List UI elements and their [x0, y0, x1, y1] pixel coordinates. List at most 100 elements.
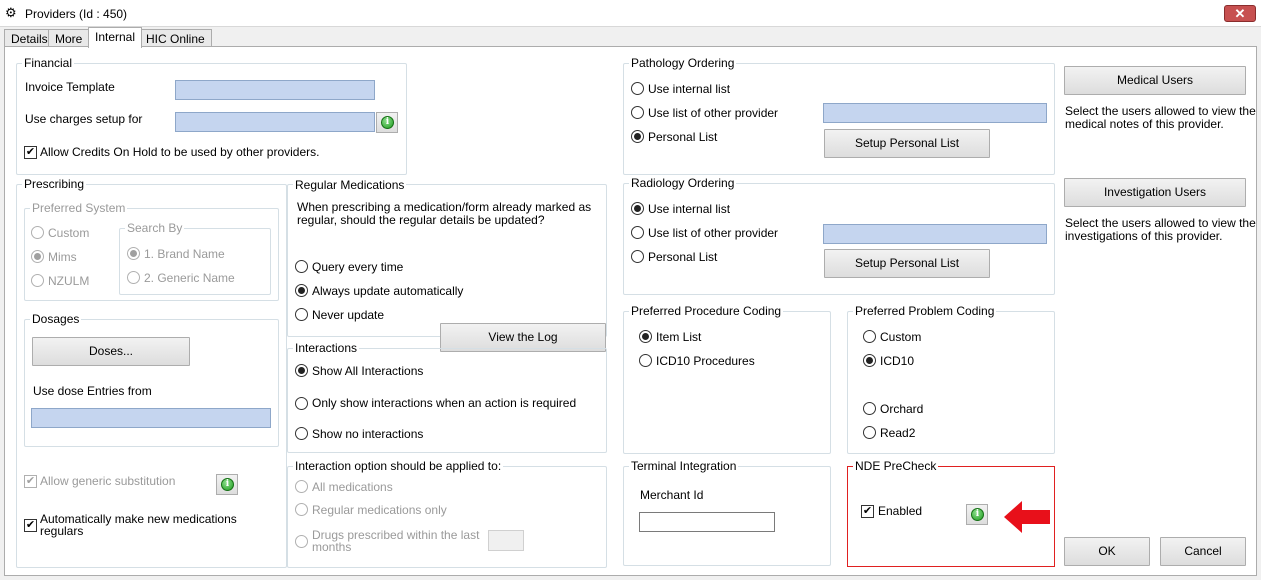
terminal-integration-title: Terminal Integration: [629, 459, 739, 473]
drugs-within-label-line2: months: [312, 540, 352, 554]
tab-more[interactable]: More: [48, 29, 90, 47]
dose-entries-input[interactable]: [31, 408, 271, 428]
preferred-system-title: Preferred System: [30, 201, 128, 215]
problem-read2-radio[interactable]: [863, 426, 876, 439]
problem-custom-radio[interactable]: [863, 330, 876, 343]
charges-setup-label: Use charges setup for: [25, 112, 143, 126]
show-no-interactions-radio[interactable]: [295, 427, 308, 440]
procedure-coding-group: [623, 311, 831, 454]
problem-icd10-label: ICD10: [880, 354, 915, 368]
pathology-internal-label: Use internal list: [648, 82, 731, 96]
problem-coding-group: [847, 311, 1055, 454]
never-update-radio[interactable]: [295, 308, 308, 321]
query-every-time-label: Query every time: [312, 260, 404, 274]
months-input[interactable]: [488, 530, 524, 551]
problem-orchard-radio[interactable]: [863, 402, 876, 415]
pathology-other-input[interactable]: [823, 103, 1047, 123]
problem-icd10-radio[interactable]: [863, 354, 876, 367]
action-required-label: Only show interactions when an action is…: [312, 396, 577, 410]
radiology-personal-radio[interactable]: [631, 250, 644, 263]
radiology-title: Radiology Ordering: [629, 176, 737, 190]
search-brand-radio[interactable]: [127, 247, 140, 260]
medical-users-button[interactable]: Medical Users: [1064, 66, 1246, 95]
ok-button[interactable]: OK: [1064, 537, 1150, 566]
nde-enabled-label: Enabled: [878, 504, 923, 518]
gear-icon: ⚙: [5, 5, 17, 20]
pathology-title: Pathology Ordering: [629, 56, 737, 70]
financial-title: Financial: [22, 56, 75, 70]
nde-enabled-checkbox[interactable]: ✔: [861, 505, 874, 518]
dose-entries-label: Use dose Entries from: [33, 384, 152, 398]
cancel-button[interactable]: Cancel: [1160, 537, 1246, 566]
regular-only-label: Regular medications only: [312, 503, 447, 517]
procedure-item-list-radio[interactable]: [639, 330, 652, 343]
invoice-template-label: Invoice Template: [25, 80, 115, 94]
allow-generic-checkbox[interactable]: ✔: [24, 475, 37, 488]
window-title: Providers (Id : 450): [25, 7, 128, 21]
problem-read2-label: Read2: [880, 426, 916, 440]
interactions-title: Interactions: [293, 341, 360, 355]
radiology-other-label: Use list of other provider: [648, 226, 779, 240]
regular-medications-title: Regular Medications: [293, 178, 407, 192]
procedure-icd10-label: ICD10 Procedures: [656, 354, 755, 368]
tab-internal[interactable]: Internal: [88, 27, 143, 48]
allow-credits-label: Allow Credits On Hold to be used by othe…: [40, 145, 320, 159]
regular-only-radio[interactable]: [295, 503, 308, 516]
pathology-other-label: Use list of other provider: [648, 106, 779, 120]
problem-coding-title: Preferred Problem Coding: [853, 304, 997, 318]
radiology-internal-label: Use internal list: [648, 202, 731, 216]
info-icon: i: [971, 508, 984, 521]
system-nzulm-radio[interactable]: [31, 274, 44, 287]
system-mims-radio[interactable]: [31, 250, 44, 263]
nde-precheck-title: NDE PreCheck: [853, 459, 939, 473]
radiology-other-input[interactable]: [823, 224, 1047, 244]
procedure-item-list-label: Item List: [656, 330, 702, 344]
always-update-radio[interactable]: [295, 284, 308, 297]
medical-users-desc-line1: Select the users allowed to view the: [1065, 104, 1256, 118]
search-by-title: Search By: [125, 221, 185, 235]
auto-regular-checkbox[interactable]: ✔: [24, 519, 37, 532]
show-all-interactions-radio[interactable]: [295, 364, 308, 377]
system-custom-radio[interactable]: [31, 226, 44, 239]
allow-credits-checkbox[interactable]: ✔: [24, 146, 37, 159]
nde-info-button[interactable]: i: [966, 504, 988, 525]
pathology-personal-radio[interactable]: [631, 130, 644, 143]
procedure-icd10-radio[interactable]: [639, 354, 652, 367]
problem-custom-label: Custom: [880, 330, 922, 344]
charges-setup-input[interactable]: [175, 112, 375, 132]
merchant-id-input[interactable]: [639, 512, 775, 532]
pathology-personal-label: Personal List: [648, 130, 718, 144]
system-custom-label: Custom: [48, 226, 90, 240]
pathology-setup-button[interactable]: Setup Personal List: [824, 129, 990, 158]
query-every-time-radio[interactable]: [295, 260, 308, 273]
pathology-internal-radio[interactable]: [631, 82, 644, 95]
medical-users-desc-line2: medical notes of this provider.: [1065, 117, 1224, 131]
invoice-template-input[interactable]: [175, 80, 375, 100]
tab-hic-online[interactable]: HIC Online: [139, 29, 212, 47]
search-generic-radio[interactable]: [127, 271, 140, 284]
action-required-radio[interactable]: [295, 397, 308, 410]
never-update-label: Never update: [312, 308, 385, 322]
close-button[interactable]: ✕: [1224, 5, 1256, 22]
all-medications-label: All medications: [312, 480, 393, 494]
system-nzulm-label: NZULM: [48, 274, 90, 288]
investigation-users-button[interactable]: Investigation Users: [1064, 178, 1246, 207]
generic-info-button[interactable]: i: [216, 474, 238, 495]
drugs-within-radio[interactable]: [295, 535, 308, 548]
radiology-setup-button[interactable]: Setup Personal List: [824, 249, 990, 278]
title-bar: ⚙ Providers (Id : 450) ✕: [0, 0, 1261, 27]
charges-info-button[interactable]: i: [376, 112, 398, 133]
always-update-label: Always update automatically: [312, 284, 464, 298]
search-brand-label: 1. Brand Name: [144, 247, 225, 261]
merchant-id-label: Merchant Id: [640, 488, 704, 502]
radiology-other-radio[interactable]: [631, 226, 644, 239]
problem-orchard-label: Orchard: [880, 402, 924, 416]
all-medications-radio[interactable]: [295, 480, 308, 493]
red-arrow-icon: [1004, 501, 1050, 533]
investigation-users-desc-line1: Select the users allowed to view the: [1065, 216, 1256, 230]
pathology-other-radio[interactable]: [631, 106, 644, 119]
auto-regular-label-line2: regulars: [40, 524, 84, 538]
radiology-internal-radio[interactable]: [631, 202, 644, 215]
system-mims-label: Mims: [48, 250, 77, 264]
doses-button[interactable]: Doses...: [32, 337, 190, 366]
